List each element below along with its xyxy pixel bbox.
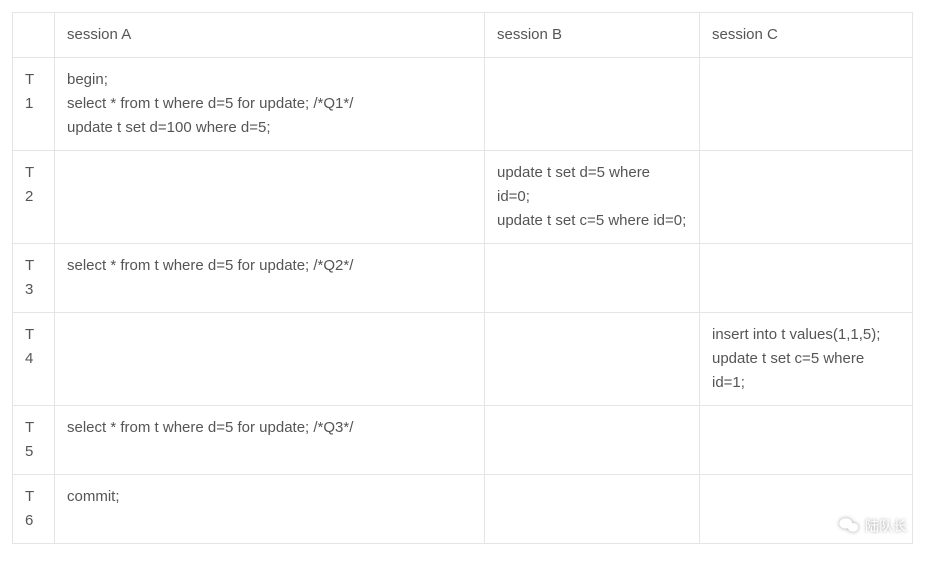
cell-session-b: [485, 58, 700, 151]
table-row: T1 begin;select * from t where d=5 for u…: [13, 58, 913, 151]
cell-session-c: [700, 406, 913, 475]
table-row: T6 commit;: [13, 475, 913, 544]
cell-session-c: [700, 244, 913, 313]
header-session-b: session B: [485, 13, 700, 58]
cell-step: T3: [13, 244, 55, 313]
table-row: T3 select * from t where d=5 for update;…: [13, 244, 913, 313]
cell-step: T4: [13, 313, 55, 406]
cell-session-a: [55, 313, 485, 406]
cell-session-b: [485, 475, 700, 544]
cell-session-a: select * from t where d=5 for update; /*…: [55, 406, 485, 475]
table-row: T4 insert into t values(1,1,5);update t …: [13, 313, 913, 406]
cell-step: T5: [13, 406, 55, 475]
cell-step: T6: [13, 475, 55, 544]
cell-session-b: [485, 244, 700, 313]
table-row: T5 select * from t where d=5 for update;…: [13, 406, 913, 475]
cell-step: T2: [13, 151, 55, 244]
cell-session-b: update t set d=5 where id=0;update t set…: [485, 151, 700, 244]
cell-session-c: [700, 151, 913, 244]
cell-session-a: [55, 151, 485, 244]
cell-session-b: [485, 406, 700, 475]
cell-session-a: select * from t where d=5 for update; /*…: [55, 244, 485, 313]
header-session-c: session C: [700, 13, 913, 58]
header-step: [13, 13, 55, 58]
header-session-a: session A: [55, 13, 485, 58]
table-header-row: session A session B session C: [13, 13, 913, 58]
cell-session-c: [700, 58, 913, 151]
cell-session-b: [485, 313, 700, 406]
cell-session-c: [700, 475, 913, 544]
cell-step: T1: [13, 58, 55, 151]
cell-session-a: commit;: [55, 475, 485, 544]
cell-session-c: insert into t values(1,1,5);update t set…: [700, 313, 913, 406]
table-row: T2 update t set d=5 where id=0;update t …: [13, 151, 913, 244]
cell-session-a: begin;select * from t where d=5 for upda…: [55, 58, 485, 151]
session-table: session A session B session C T1 begin;s…: [12, 12, 913, 544]
